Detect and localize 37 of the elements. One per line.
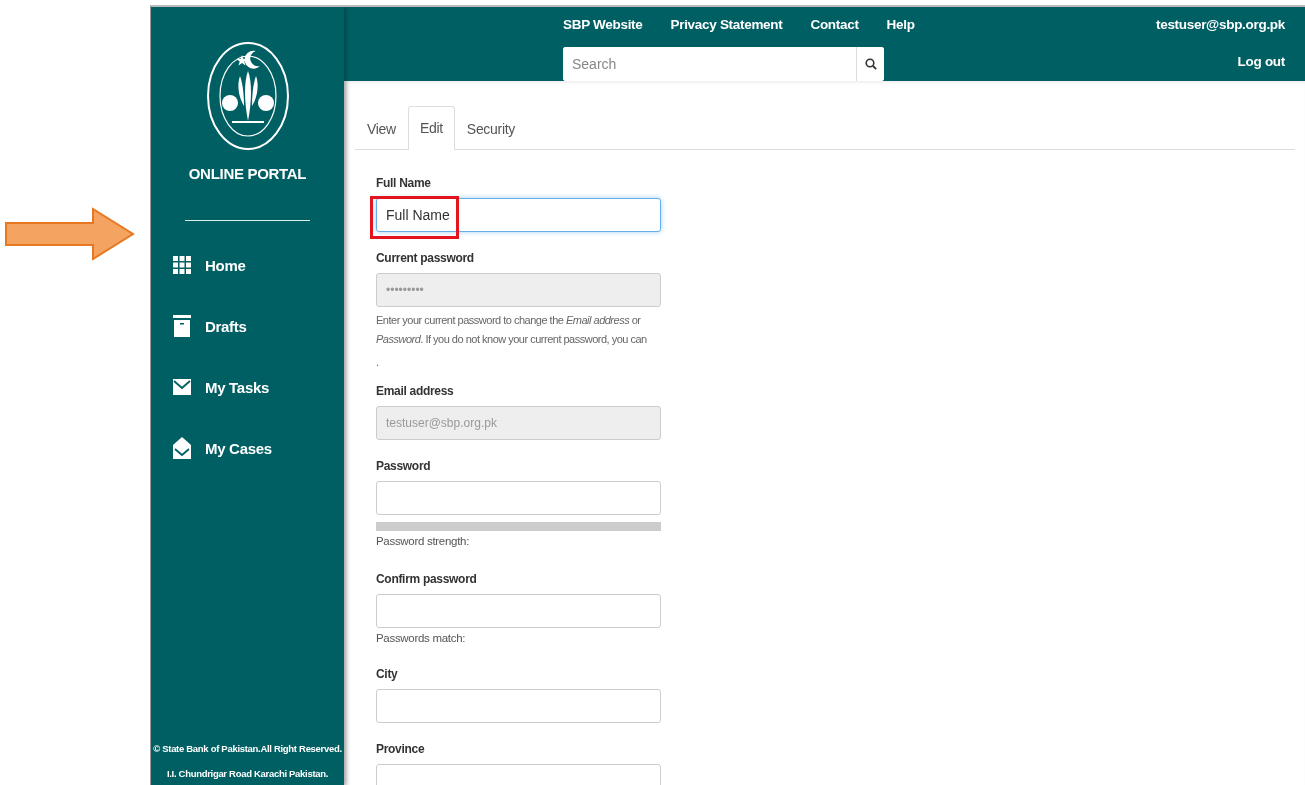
- archive-box-icon: [173, 315, 191, 337]
- nav-link[interactable]: Drafts: [173, 314, 344, 338]
- open-envelope-icon: [173, 437, 191, 459]
- field-label: Password: [376, 459, 432, 473]
- nav-link[interactable]: My Tasks: [173, 375, 344, 399]
- field-label: City: [376, 667, 399, 681]
- input-field[interactable]: [376, 689, 661, 723]
- header-link[interactable]: Privacy Statement: [670, 17, 783, 32]
- input-field[interactable]: [376, 594, 661, 628]
- logout-link[interactable]: Log out: [1237, 54, 1285, 69]
- search-icon: [864, 58, 877, 70]
- header-link[interactable]: Help: [886, 17, 915, 32]
- nav-link[interactable]: My Cases: [173, 436, 344, 460]
- field-label: Full Name: [376, 176, 432, 190]
- match-text: Passwords match:: [376, 632, 467, 644]
- header-link[interactable]: SBP Website: [563, 17, 643, 32]
- input-field[interactable]: Full Name: [376, 198, 661, 232]
- portal-title: ONLINE PORTAL: [187, 165, 308, 182]
- header-link[interactable]: Contact: [810, 17, 859, 32]
- tab[interactable]: Edit: [407, 106, 455, 150]
- nav-link[interactable]: Home: [173, 253, 344, 277]
- field-label: Current password: [376, 251, 475, 265]
- field-label: Email address: [376, 384, 455, 398]
- field-label: Province: [376, 742, 426, 756]
- footer-text: © State Bank of Pakistan.All Right Reserved.: [153, 743, 342, 754]
- tab[interactable]: View: [355, 107, 408, 150]
- user-email-link[interactable]: testuser@sbp.org.pk: [1156, 17, 1285, 32]
- strength-text: Password strength:: [376, 535, 471, 547]
- grid-icon: [173, 256, 191, 274]
- footer-text: I.I. Chundrigar Road Karachi Pakistan.: [166, 768, 329, 779]
- input-field[interactable]: [376, 481, 661, 515]
- help-text: .: [376, 355, 380, 370]
- help-text: Enter your current password to change the Email address or Password. If you do not know your current password, you can: [376, 313, 648, 347]
- field-label: Confirm password: [376, 572, 478, 586]
- tab[interactable]: Security: [454, 107, 528, 150]
- envelope-icon: [173, 379, 191, 395]
- search-field[interactable]: Search: [563, 47, 884, 81]
